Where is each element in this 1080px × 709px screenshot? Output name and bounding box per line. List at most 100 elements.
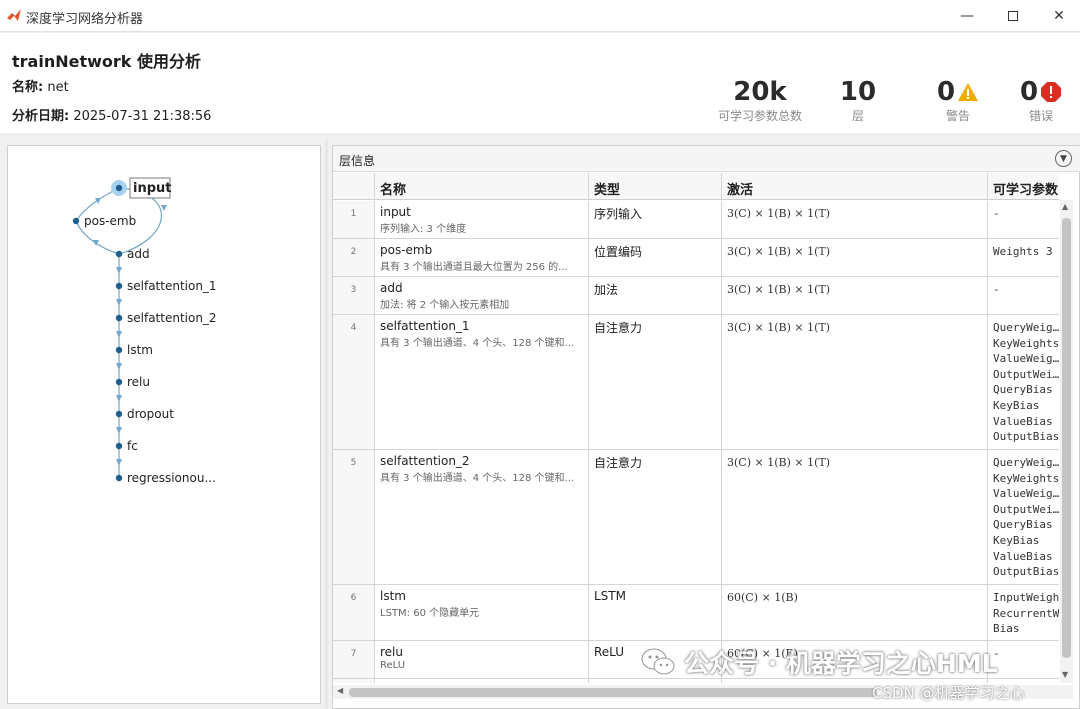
node-dot [115,282,123,290]
layer-activation: 60(C) × 1(B) [722,585,988,640]
layer-description: 加法: 将 2 个输入按元素相加 [380,300,510,311]
graph-node[interactable]: dropout [115,407,174,421]
layer-type: 自注意力 [589,315,722,449]
node-dot [115,250,123,258]
table-row[interactable]: 3 add 加法: 将 2 个输入按元素相加 加法 3(C) × 1(B) × 1(T)… [333,277,1059,315]
graph-node[interactable]: relu [115,375,150,389]
node-dot [115,346,123,354]
stat-learnables: 20k 可学习参数总数 [713,77,807,124]
learnable-item: ValueBias [993,414,1053,428]
edge-arrow [116,427,122,434]
scroll-left-icon[interactable]: ◀ [337,686,343,695]
node-dot [115,314,123,322]
row-index: 4 [333,315,375,449]
layer-activation: 3(C) × 1(B) × 1(T) [722,315,988,449]
close-button[interactable]: ✕ [1036,0,1080,32]
edge-arrow [116,363,122,370]
stat-learnables-label: 可学习参数总数 [717,109,802,123]
layer-description: 序列输入: 3 个维度 [380,224,467,235]
layer-name: selfattention_1 [380,319,470,333]
table-row[interactable]: 6 lstm LSTM: 60 个隐藏单元 LSTM 60(C) × 1(B) Input… [333,585,1059,641]
row-index: 2 [333,239,375,276]
scroll-up-icon[interactable]: ▲ [1062,202,1068,211]
layer-description: 具有 3 个输出通道且最大位置为 256 的... [380,262,568,273]
learnable-item: QueryBias [993,383,1053,397]
vertical-scrollbar[interactable]: ▲ ▼ [1060,200,1073,683]
node-label: relu [127,375,150,389]
layer-table: 名称 类型 激活 可学习参数 1 input 序列输入: 3 个维度 序列输入 3(C)… [333,173,1059,683]
graph-node[interactable]: add [115,247,150,261]
graph-node[interactable]: lstm [115,343,153,357]
date-label: 分析日期: [12,109,70,124]
page-title: trainNetwork 使用分析 [12,52,201,71]
row-index: 6 [333,585,375,640]
learnable-item: OutputWei… [993,502,1059,516]
learnable-item: KeyWeights [993,336,1059,350]
analyzer-window: 深度学习网络分析器 — ✕ trainNetwork 使用分析 名称: net … [0,0,1080,709]
table-row[interactable]: 2 pos-emb 具有 3 个输出通道且最大位置为 256 的... 位置编码 3(C… [333,239,1059,277]
layer-name: input [380,205,411,219]
analysis-date: 分析日期: 2025-07-31 21:38:56 [12,105,211,124]
learnable-item: ValueBias [993,549,1053,563]
node-label: input [133,181,172,196]
layer-type: 加法 [589,277,722,314]
panel-splitter[interactable] [325,140,328,709]
stat-errors[interactable]: 0 错误 [1008,77,1074,124]
network-graph-panel[interactable]: input pos-emb add selfattention_1 selfattent… [7,145,321,704]
horizontal-scroll-thumb[interactable] [349,688,877,697]
stat-learnables-value: 20k [733,77,787,107]
layer-type: LSTM [589,585,722,640]
edge-arrow [116,459,122,466]
node-dot [115,474,123,482]
graph-node[interactable]: pos-emb [72,214,136,228]
node-dot [72,217,80,225]
header-name[interactable]: 名称 [375,173,589,200]
learnable-item: ValueWeig… [993,352,1059,366]
node-dot [115,410,123,418]
layer-name: selfattention_2 [380,454,470,468]
node-dot [115,378,123,386]
graph-node[interactable]: selfattention_1 [115,279,217,293]
row-name-cell: input 序列输入: 3 个维度 [375,201,589,238]
graph-node[interactable]: input [111,177,172,199]
row-index: 5 [333,450,375,584]
layer-learnables: QueryWeig… KeyWeights ValueWeig… OutputWei…… [988,315,1059,449]
watermark-sub: CSDN @机器学习之心 [872,684,1025,702]
table-row[interactable]: 4 selfattention_1 具有 3 个输出通道、4 个头、128 个键和.… [333,315,1059,450]
stat-layers-value: 10 [839,77,877,107]
learnable-item: - [993,647,1000,660]
layer-description: 具有 3 个输出通道、4 个头、128 个键和... [380,473,575,484]
learnable-item: - [993,283,1000,296]
minimize-button[interactable]: — [944,0,990,32]
stat-warnings[interactable]: 0 警告 [925,77,991,124]
network-graph[interactable]: input pos-emb add selfattention_1 selfattent… [8,146,320,703]
learnable-item: ValueWeig… [993,487,1059,501]
layer-activation: 3(C) × 1(B) × 1(T) [722,239,988,276]
table-header: 名称 类型 激活 可学习参数 [333,173,1059,200]
scroll-down-icon[interactable]: ▼ [1062,670,1068,679]
row-index: 7 [333,641,375,678]
date-value: 2025-07-31 21:38:56 [73,109,212,124]
learnable-item: KeyWeights [993,471,1059,485]
table-row[interactable]: 5 selfattention_2 具有 3 个输出通道、4 个头、128 个键和.… [333,450,1059,585]
graph-node[interactable]: regressionou... [115,471,216,485]
header-learnables[interactable]: 可学习参数 [988,173,1059,200]
vertical-scroll-thumb[interactable] [1062,218,1071,658]
graph-node[interactable]: selfattention_2 [115,311,217,325]
error-icon [1041,82,1062,102]
header-type[interactable]: 类型 [589,173,722,200]
layer-name: pos-emb [380,243,433,257]
layer-type: 序列输入 [589,201,722,238]
layer-type: 位置编码 [589,239,722,276]
maximize-button[interactable] [990,0,1036,32]
table-row[interactable]: 1 input 序列输入: 3 个维度 序列输入 3(C) × 1(B) × 1(T) - [333,201,1059,239]
learnable-item: - [993,207,1000,220]
collapse-chevron-icon[interactable]: ▼ [1055,150,1072,167]
header-activation[interactable]: 激活 [722,173,988,200]
layer-description: 具有 3 个输出通道、4 个头、128 个键和... [380,338,575,349]
layer-activation: 3(C) × 1(B) × 1(T) [722,450,988,584]
edge-arrow [116,331,122,338]
row-name-cell: selfattention_1 具有 3 个输出通道、4 个头、128 个键和..… [375,315,589,449]
layer-activation: 3(C) × 1(B) × 1(T) [722,201,988,238]
stat-warnings-value: 0 [936,77,956,107]
